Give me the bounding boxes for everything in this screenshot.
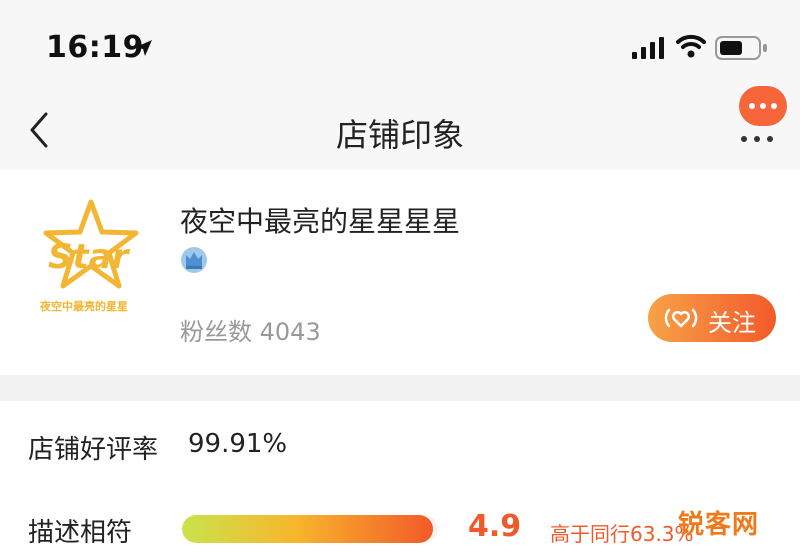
- rating-score: 4.9: [468, 509, 522, 544]
- rating-progress-fill: [182, 515, 433, 543]
- shop-card: Star 夜空中最亮的星星 夜空中最亮的星星星星 粉丝数 4043 关注: [0, 170, 800, 375]
- message-badge-icon[interactable]: [739, 86, 787, 126]
- watermark: 锐客网: [678, 510, 760, 540]
- rating-compare: 高于同行63.3%: [550, 522, 694, 546]
- location-arrow-icon: [136, 40, 152, 56]
- fans-label: 粉丝数: [180, 318, 252, 346]
- rating-progress-bar: [182, 515, 438, 543]
- page-title: 店铺印象: [335, 116, 464, 154]
- follow-button[interactable]: 关注: [648, 294, 776, 342]
- crown-badge-icon: [181, 247, 207, 273]
- svg-text:夜空中最亮的星星: 夜空中最亮的星星: [39, 299, 128, 313]
- good-rate-label: 店铺好评率: [28, 435, 159, 465]
- wifi-icon: [676, 34, 706, 58]
- follow-heart-icon: [664, 308, 698, 328]
- shop-name: 夜空中最亮的星星星星: [180, 205, 461, 238]
- status-time: 16:19: [46, 30, 144, 65]
- signal-icon: [632, 37, 664, 59]
- navigation-bar: 店铺印象: [0, 90, 800, 170]
- shop-logo[interactable]: Star 夜空中最亮的星星: [36, 198, 146, 318]
- more-options-icon[interactable]: [741, 127, 780, 146]
- fans-value: 4043: [259, 318, 321, 346]
- follow-label: 关注: [708, 309, 756, 337]
- fans-count: 粉丝数 4043: [180, 312, 321, 347]
- svg-text:Star: Star: [48, 237, 131, 277]
- battery-icon: [715, 36, 767, 60]
- rating-item-label: 描述相符: [28, 518, 133, 548]
- good-rate-value: 99.91%: [188, 429, 288, 459]
- status-bar: 16:19: [0, 0, 800, 90]
